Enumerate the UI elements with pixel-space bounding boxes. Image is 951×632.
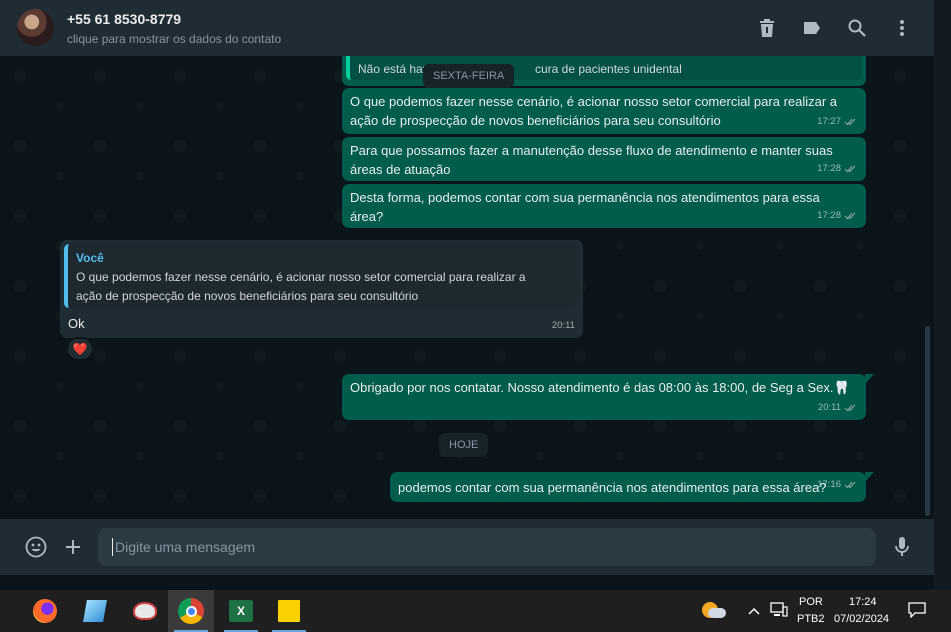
message-text: Para que possamos fazer a manutenção des… <box>350 143 833 177</box>
chat-scrollbar[interactable] <box>925 326 930 516</box>
avatar[interactable] <box>17 9 54 46</box>
message-meta: 17:28 <box>817 206 858 225</box>
chrome-icon <box>178 598 204 624</box>
message-meta: 20:11 <box>552 316 575 335</box>
taskbar-app-paint[interactable] <box>122 590 168 632</box>
message-bubble[interactable]: O que podemos fazer nesse cenário, é aci… <box>342 88 866 134</box>
chat-header[interactable]: +55 61 8530-8779 clique para mostrar os … <box>0 0 934 56</box>
label-icon[interactable] <box>800 16 824 40</box>
microphone-icon[interactable] <box>890 535 914 559</box>
message-time: 17:28 <box>817 210 841 221</box>
quoted-text: Não está hav <box>358 62 429 76</box>
message-bubble-incoming[interactable]: Você O que podemos fazer nesse cenário, … <box>60 240 583 338</box>
message-bubble[interactable]: Não está hav cura de pacientes unidental <box>342 56 866 86</box>
message-time: 17:28 <box>817 163 841 174</box>
weather-icon[interactable] <box>702 600 726 620</box>
quoted-text-tail: cura de pacientes unidental <box>535 62 682 76</box>
message-time: 17:27 <box>817 116 841 127</box>
message-bubble[interactable]: Desta forma, podemos contar com sua perm… <box>342 184 866 228</box>
bubble-tail <box>865 374 874 384</box>
attach-plus-icon[interactable] <box>61 535 85 559</box>
message-meta: 17:28 <box>817 159 858 178</box>
double-check-icon <box>844 481 856 488</box>
taskbar-app-chrome[interactable] <box>168 590 214 632</box>
date-chip: SEXTA-FEIRA <box>423 64 515 88</box>
reaction-badge[interactable]: ❤️ <box>66 337 94 361</box>
message-time: 20:11 <box>551 320 575 331</box>
message-time: 20:11 <box>817 402 841 413</box>
message-meta: 20:11 <box>818 398 858 417</box>
clock-time[interactable]: 17:24 <box>849 596 877 608</box>
bubble-tail <box>865 472 874 482</box>
emoji-icon[interactable] <box>24 535 48 559</box>
message-text: Ok <box>68 316 85 331</box>
search-icon[interactable] <box>845 16 869 40</box>
message-meta: 17:16 <box>817 475 858 494</box>
message-text: Desta forma, podemos contar com sua perm… <box>350 190 820 224</box>
message-text: O que podemos fazer nesse cenário, é aci… <box>350 94 838 128</box>
keyboard-layout[interactable]: PTB2 <box>797 613 825 625</box>
taskbar-app-sticky-notes[interactable] <box>266 590 312 632</box>
taskbar-app-notes[interactable] <box>72 590 118 632</box>
contact-subtitle[interactable]: clique para mostrar os dados do contato <box>67 32 281 46</box>
date-chip-today: HOJE <box>439 433 489 457</box>
double-check-icon <box>844 212 856 219</box>
message-bubble[interactable]: Obrigado por nos contatar. Nosso atendim… <box>342 374 874 420</box>
message-text: podemos contar com sua permanência nos a… <box>398 480 827 495</box>
double-check-icon <box>844 404 856 411</box>
notification-icon[interactable] <box>908 602 926 623</box>
quoted-message[interactable]: Você O que podemos fazer nesse cenário, … <box>64 244 579 308</box>
message-text: Obrigado por nos contatar. Nosso atendim… <box>350 380 850 395</box>
excel-icon: X <box>229 600 253 622</box>
message-bubble[interactable]: Para que possamos fazer a manutenção des… <box>342 137 866 181</box>
whatsapp-window: +55 61 8530-8779 clique para mostrar os … <box>0 0 934 575</box>
window-edge <box>934 0 951 590</box>
network-icon[interactable] <box>770 602 788 623</box>
double-check-icon <box>844 118 856 125</box>
taskbar-app-firefox[interactable] <box>22 590 68 632</box>
double-check-icon <box>844 165 856 172</box>
notes-icon <box>83 600 107 622</box>
contact-name[interactable]: +55 61 8530-8779 <box>67 11 181 27</box>
message-input-placeholder: Digite uma mensagem <box>115 539 256 555</box>
windows-taskbar: X POR PTB2 17:24 07/02/2024 <box>0 590 951 632</box>
taskbar-app-excel[interactable]: X <box>218 590 264 632</box>
trash-icon[interactable] <box>755 16 779 40</box>
sticky-notes-icon <box>278 600 300 622</box>
input-language[interactable]: POR <box>799 596 823 608</box>
text-caret <box>112 538 113 556</box>
menu-icon[interactable] <box>890 16 914 40</box>
message-bubble[interactable]: podemos contar com sua permanência nos a… <box>390 472 874 502</box>
chat-area[interactable]: Não está hav cura de pacientes unidental… <box>0 56 934 519</box>
clock-date[interactable]: 07/02/2024 <box>834 613 889 625</box>
paint-icon <box>133 602 157 620</box>
message-input[interactable]: Digite uma mensagem <box>98 528 876 566</box>
compose-bar: Digite uma mensagem <box>0 519 934 575</box>
message-meta: 17:27 <box>817 112 858 131</box>
firefox-icon <box>33 599 57 623</box>
tray-chevron-up-icon[interactable] <box>748 604 760 618</box>
reaction-heart: ❤️ <box>72 342 88 356</box>
taskbar-app-files[interactable] <box>0 590 10 632</box>
message-time: 17:16 <box>817 479 841 490</box>
quoted-author: Você <box>76 251 104 265</box>
quoted-text: O que podemos fazer nesse cenário, é aci… <box>76 270 526 303</box>
